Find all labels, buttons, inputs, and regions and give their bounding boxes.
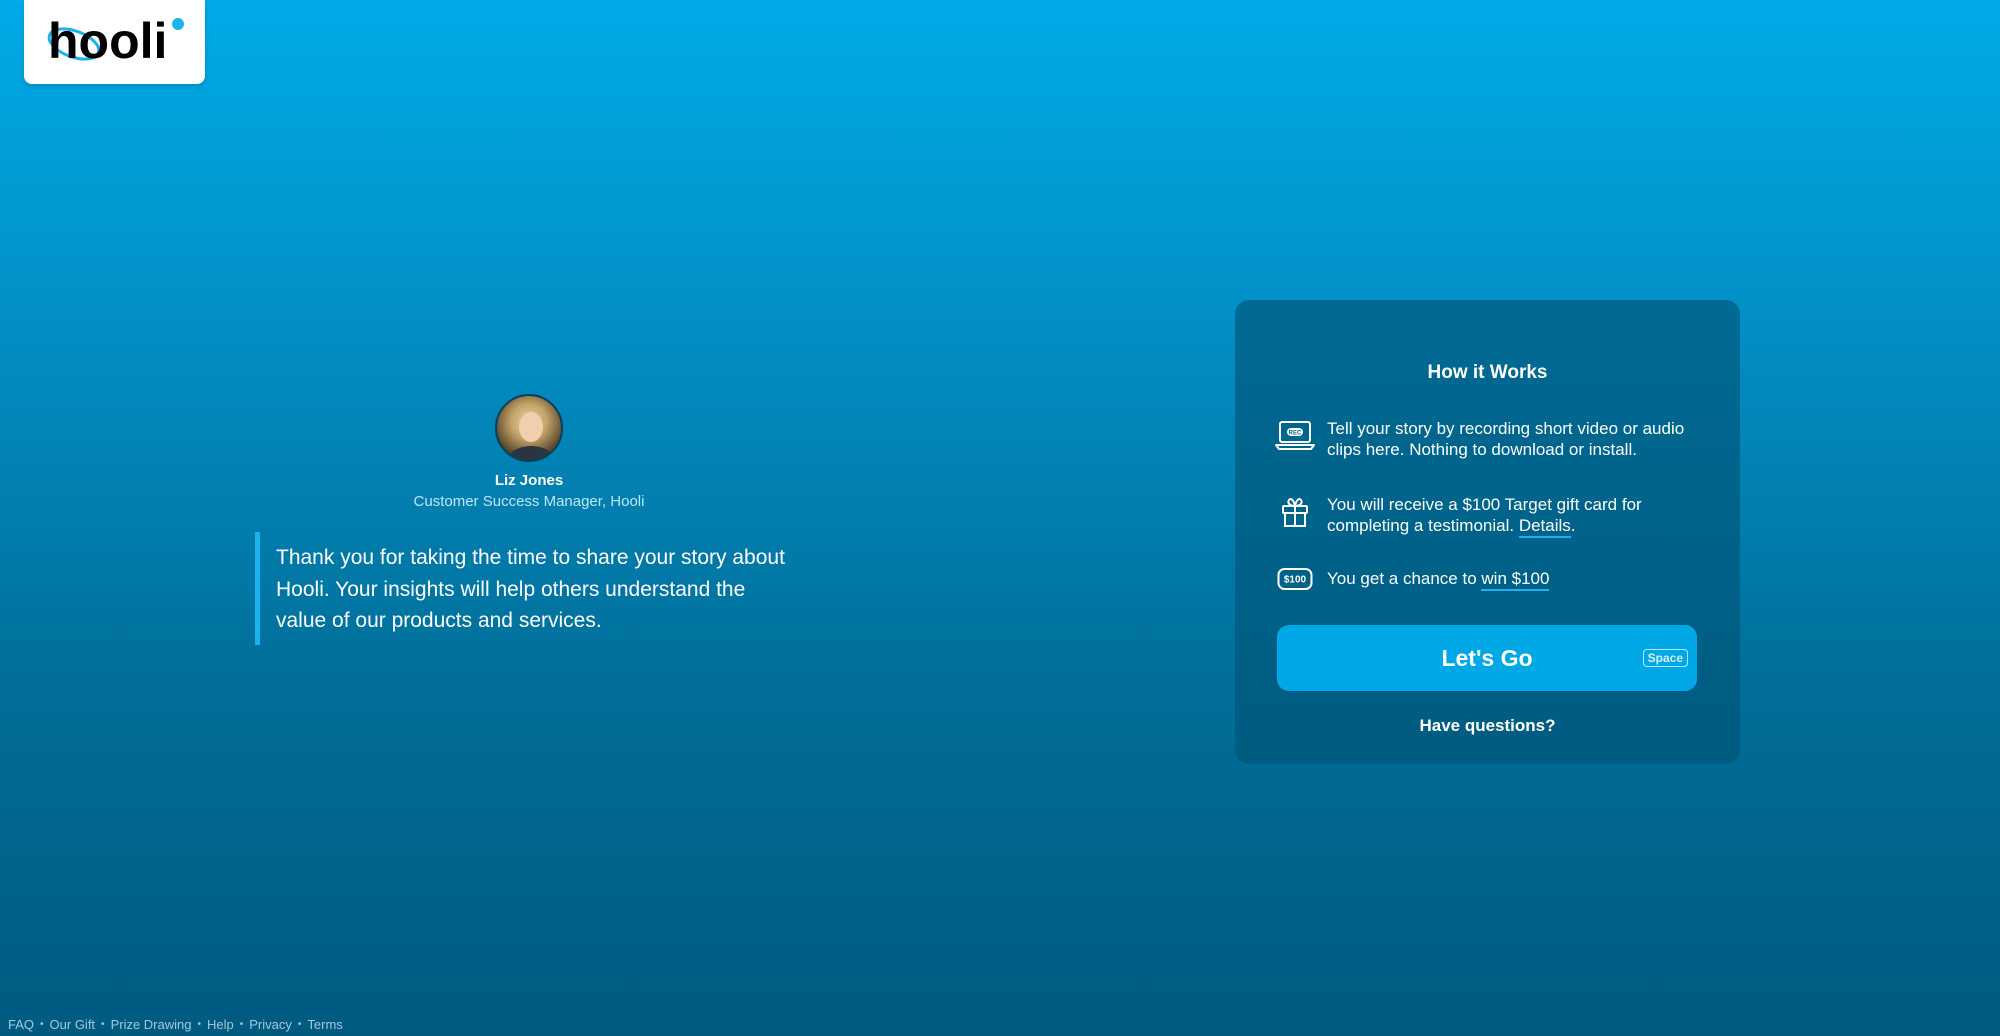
gift-icon bbox=[1275, 494, 1315, 528]
prize-100-icon: $100 bbox=[1275, 562, 1315, 596]
hooli-logo-card[interactable]: hooli bbox=[24, 0, 205, 84]
svg-text:$100: $100 bbox=[1284, 575, 1307, 586]
step-prize-text: You get a chance to win $100 bbox=[1327, 568, 1550, 591]
footer: FAQ • Our Gift • Prize Drawing • Help • … bbox=[8, 1017, 343, 1032]
footer-link-our-gift[interactable]: Our Gift bbox=[50, 1017, 96, 1032]
card-title: How it Works bbox=[1427, 362, 1548, 383]
footer-separator: • bbox=[239, 1019, 244, 1030]
footer-link-terms[interactable]: Terms bbox=[307, 1017, 342, 1032]
step-record: REC Tell your story by recording short v… bbox=[1275, 418, 1705, 460]
lets-go-button[interactable]: Let's Go Space bbox=[1277, 625, 1697, 691]
footer-separator: • bbox=[40, 1019, 44, 1030]
lets-go-label: Let's Go bbox=[1441, 644, 1533, 671]
footer-link-privacy[interactable]: Privacy bbox=[249, 1017, 292, 1032]
win-100-link[interactable]: win $100 bbox=[1481, 569, 1550, 591]
step-record-text: Tell your story by recording short video… bbox=[1327, 419, 1685, 459]
footer-link-prize-drawing[interactable]: Prize Drawing bbox=[111, 1017, 192, 1032]
hooli-logo: hooli bbox=[47, 13, 184, 69]
footer-separator: • bbox=[101, 1019, 105, 1030]
footer-separator: • bbox=[297, 1019, 302, 1030]
avatar bbox=[495, 394, 563, 462]
footer-link-help[interactable]: Help bbox=[207, 1017, 234, 1032]
step-gift-text: You will receive a $100 Target gift card… bbox=[1327, 494, 1705, 538]
have-questions-link[interactable]: Have questions? bbox=[1235, 716, 1740, 736]
profile-role: Customer Success Manager, Hooli bbox=[413, 493, 645, 510]
profile: Liz Jones Customer Success Manager, Hool… bbox=[255, 394, 803, 510]
step-prize: $100 You get a chance to win $100 bbox=[1275, 562, 1705, 596]
profile-name: Liz Jones bbox=[494, 472, 564, 489]
how-it-works-card: How it Works REC Tell your story by reco… bbox=[1235, 300, 1740, 764]
space-shortcut-badge: Space bbox=[1642, 649, 1688, 667]
quote-text: Thank you for taking the time to share y… bbox=[255, 532, 795, 645]
step-gift: You will receive a $100 Target gift card… bbox=[1275, 494, 1705, 538]
svg-text:REC: REC bbox=[1289, 431, 1302, 437]
laptop-rec-icon: REC bbox=[1275, 418, 1315, 452]
footer-separator: • bbox=[197, 1019, 201, 1030]
footer-link-faq[interactable]: FAQ bbox=[8, 1017, 34, 1032]
details-link[interactable]: Details bbox=[1518, 516, 1571, 538]
svg-text:hooli: hooli bbox=[48, 13, 167, 69]
